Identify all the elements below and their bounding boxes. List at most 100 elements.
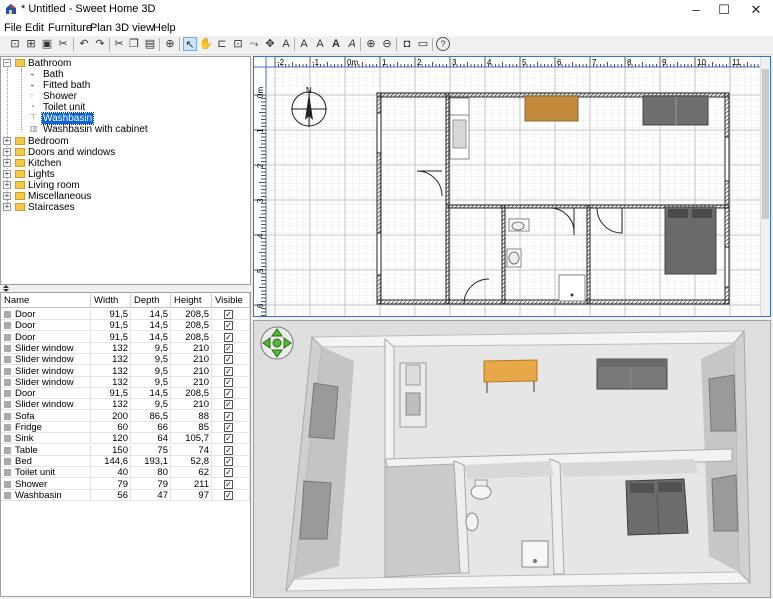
plan-bed[interactable]	[664, 206, 717, 275]
category-lights[interactable]: + Lights	[1, 169, 241, 180]
table-row[interactable]: Slider window 132 9,5 210 ✓	[1, 376, 250, 388]
table-row[interactable]: Slider window 132 9,5 210 ✓	[1, 365, 250, 377]
table-row[interactable]: Table 150 75 74 ✓	[1, 444, 250, 456]
category-living-room[interactable]: + Living room	[1, 180, 241, 191]
visible-checkbox[interactable]: ✓	[224, 321, 233, 331]
visible-checkbox[interactable]: ✓	[224, 310, 233, 319]
expand-icon[interactable]: +	[3, 192, 11, 200]
catalog-item-bath[interactable]: ◒ Bath	[1, 69, 241, 80]
floor-plan[interactable]: -2 -1 0m 1 2 3 4 5 6 7 8 9 10 11 0m 1 2 3 4 5 6 N	[254, 57, 762, 316]
redo-icon[interactable]: ↷	[93, 37, 107, 51]
table-row[interactable]: Bed 144,6 193,1 52,8 ✓	[1, 455, 250, 467]
visible-checkbox[interactable]: ✓	[224, 456, 233, 466]
visible-checkbox[interactable]: ✓	[224, 389, 233, 399]
help-icon[interactable]: ?	[436, 37, 450, 51]
camera-icon[interactable]: ◘	[400, 37, 414, 51]
cut-icon[interactable]: ✂	[56, 37, 70, 51]
expand-icon[interactable]: +	[3, 203, 11, 211]
column-header-visible[interactable]: Visible	[212, 293, 250, 308]
visible-checkbox[interactable]: ✓	[224, 479, 233, 489]
table-row[interactable]: Slider window 132 9,5 210 ✓	[1, 354, 250, 366]
plan-table[interactable]	[524, 95, 579, 122]
table-row[interactable]: Toilet unit 40 80 62 ✓	[1, 467, 250, 479]
select-icon[interactable]: ↖	[183, 37, 197, 51]
table-row[interactable]: Door 91,5 14,5 208,5 ✓	[1, 331, 250, 343]
undo-icon[interactable]: ↶	[77, 37, 91, 51]
catalog-item-fitted-bath[interactable]: ◒ Fitted bath	[1, 80, 241, 91]
table-row[interactable]: Sink 120 64 105,7 ✓	[1, 433, 250, 445]
increase-text-icon[interactable]: A	[313, 37, 327, 51]
visible-checkbox[interactable]: ✓	[224, 411, 233, 421]
pan-icon[interactable]: ✋	[199, 37, 213, 51]
collapse-icon[interactable]: −	[3, 59, 11, 67]
plan-sofa[interactable]	[642, 95, 709, 126]
maximize-button[interactable]: ☐	[707, 0, 741, 20]
menu-edit[interactable]: Edit	[25, 22, 44, 34]
expand-icon[interactable]: +	[3, 159, 11, 167]
category-kitchen[interactable]: + Kitchen	[1, 158, 241, 169]
table-row[interactable]: Sofa 200 86,5 88 ✓	[1, 410, 250, 422]
scrollbar-thumb[interactable]	[762, 69, 769, 219]
catalog-item-shower[interactable]: ▫ Shower	[1, 91, 241, 102]
column-header-name[interactable]: Name	[1, 293, 91, 308]
close-button[interactable]: ✕	[739, 0, 773, 20]
save-icon[interactable]: ▣	[40, 37, 54, 51]
plan-shower[interactable]	[558, 274, 586, 302]
open-icon[interactable]: ⊞	[24, 37, 38, 51]
catalog-item-washbasin-with-cabinet[interactable]: ▥ Washbasin with cabinet	[1, 124, 241, 135]
menu-3d-view[interactable]: 3D view	[115, 22, 154, 34]
visible-checkbox[interactable]: ✓	[224, 377, 233, 387]
visible-checkbox[interactable]: ✓	[224, 468, 233, 478]
plan-view[interactable]: -2 -1 0m 1 2 3 4 5 6 7 8 9 10 11 0m 1 2 3 4 5 6 N	[253, 56, 771, 317]
visible-checkbox[interactable]: ✓	[224, 332, 233, 342]
category-doors-and-windows[interactable]: + Doors and windows	[1, 147, 241, 158]
zoom-in-icon[interactable]: ⊕	[364, 37, 378, 51]
paste-icon[interactable]: ▤	[143, 37, 157, 51]
create-polylines-icon[interactable]: ⤳	[247, 37, 261, 51]
menu-file[interactable]: File	[4, 22, 22, 34]
text-style-icon[interactable]: A	[297, 37, 311, 51]
table-row[interactable]: Slider window 132 9,5 210 ✓	[1, 399, 250, 411]
category-staircases[interactable]: + Staircases	[1, 202, 241, 213]
table-row[interactable]: Slider window 132 9,5 210 ✓	[1, 342, 250, 354]
add-furniture-icon[interactable]: ⊕	[163, 37, 177, 51]
video-icon[interactable]: ▭	[416, 37, 430, 51]
zoom-out-icon[interactable]: ⊖	[380, 37, 394, 51]
column-header-depth[interactable]: Depth	[131, 293, 171, 308]
visible-checkbox[interactable]: ✓	[224, 423, 233, 432]
plan-washbasin[interactable]	[506, 248, 522, 268]
table-row[interactable]: Fridge 60 66 85 ✓	[1, 422, 250, 433]
category-bedroom[interactable]: + Bedroom	[1, 136, 241, 147]
column-header-width[interactable]: Width	[91, 293, 131, 308]
horizontal-splitter[interactable]	[0, 285, 251, 292]
menu-plan[interactable]: Plan	[90, 22, 112, 34]
plan-sink[interactable]	[449, 114, 470, 160]
table-row[interactable]: Door 91,5 14,5 208,5 ✓	[1, 309, 250, 320]
create-walls-icon[interactable]: ⊏	[215, 37, 229, 51]
expand-icon[interactable]: +	[3, 137, 11, 145]
3d-view[interactable]	[253, 320, 771, 598]
visible-checkbox[interactable]: ✓	[224, 490, 233, 500]
expand-icon[interactable]: +	[3, 181, 11, 189]
catalog-item-washbasin[interactable]: ⊤ Washbasin	[1, 112, 241, 125]
menu-furniture[interactable]: Furniture	[48, 22, 92, 34]
visible-checkbox[interactable]: ✓	[224, 434, 233, 444]
navigation-arrows-icon[interactable]	[260, 326, 294, 360]
catalog-item-toilet-unit[interactable]: ◔ Toilet unit	[1, 102, 241, 113]
expand-icon[interactable]: +	[3, 148, 11, 156]
visible-checkbox[interactable]: ✓	[224, 445, 233, 455]
add-text-icon[interactable]: A	[279, 37, 293, 51]
plan-vertical-scrollbar[interactable]	[760, 57, 770, 316]
plan-toilet[interactable]	[508, 218, 530, 232]
category-bathroom[interactable]: − Bathroom	[1, 58, 241, 69]
table-row[interactable]: Door 91,5 14,5 208,5 ✓	[1, 320, 250, 332]
italic-text-icon[interactable]: A	[345, 37, 359, 51]
plan-fridge[interactable]	[449, 97, 470, 116]
cut-icon-2[interactable]: ✂	[112, 37, 126, 51]
table-row[interactable]: Shower 79 79 211 ✓	[1, 478, 250, 490]
visible-checkbox[interactable]: ✓	[224, 366, 233, 376]
category-miscellaneous[interactable]: + Miscellaneous	[1, 191, 241, 202]
visible-checkbox[interactable]: ✓	[224, 343, 233, 353]
create-rooms-icon[interactable]: ⊡	[231, 37, 245, 51]
visible-checkbox[interactable]: ✓	[224, 355, 233, 365]
